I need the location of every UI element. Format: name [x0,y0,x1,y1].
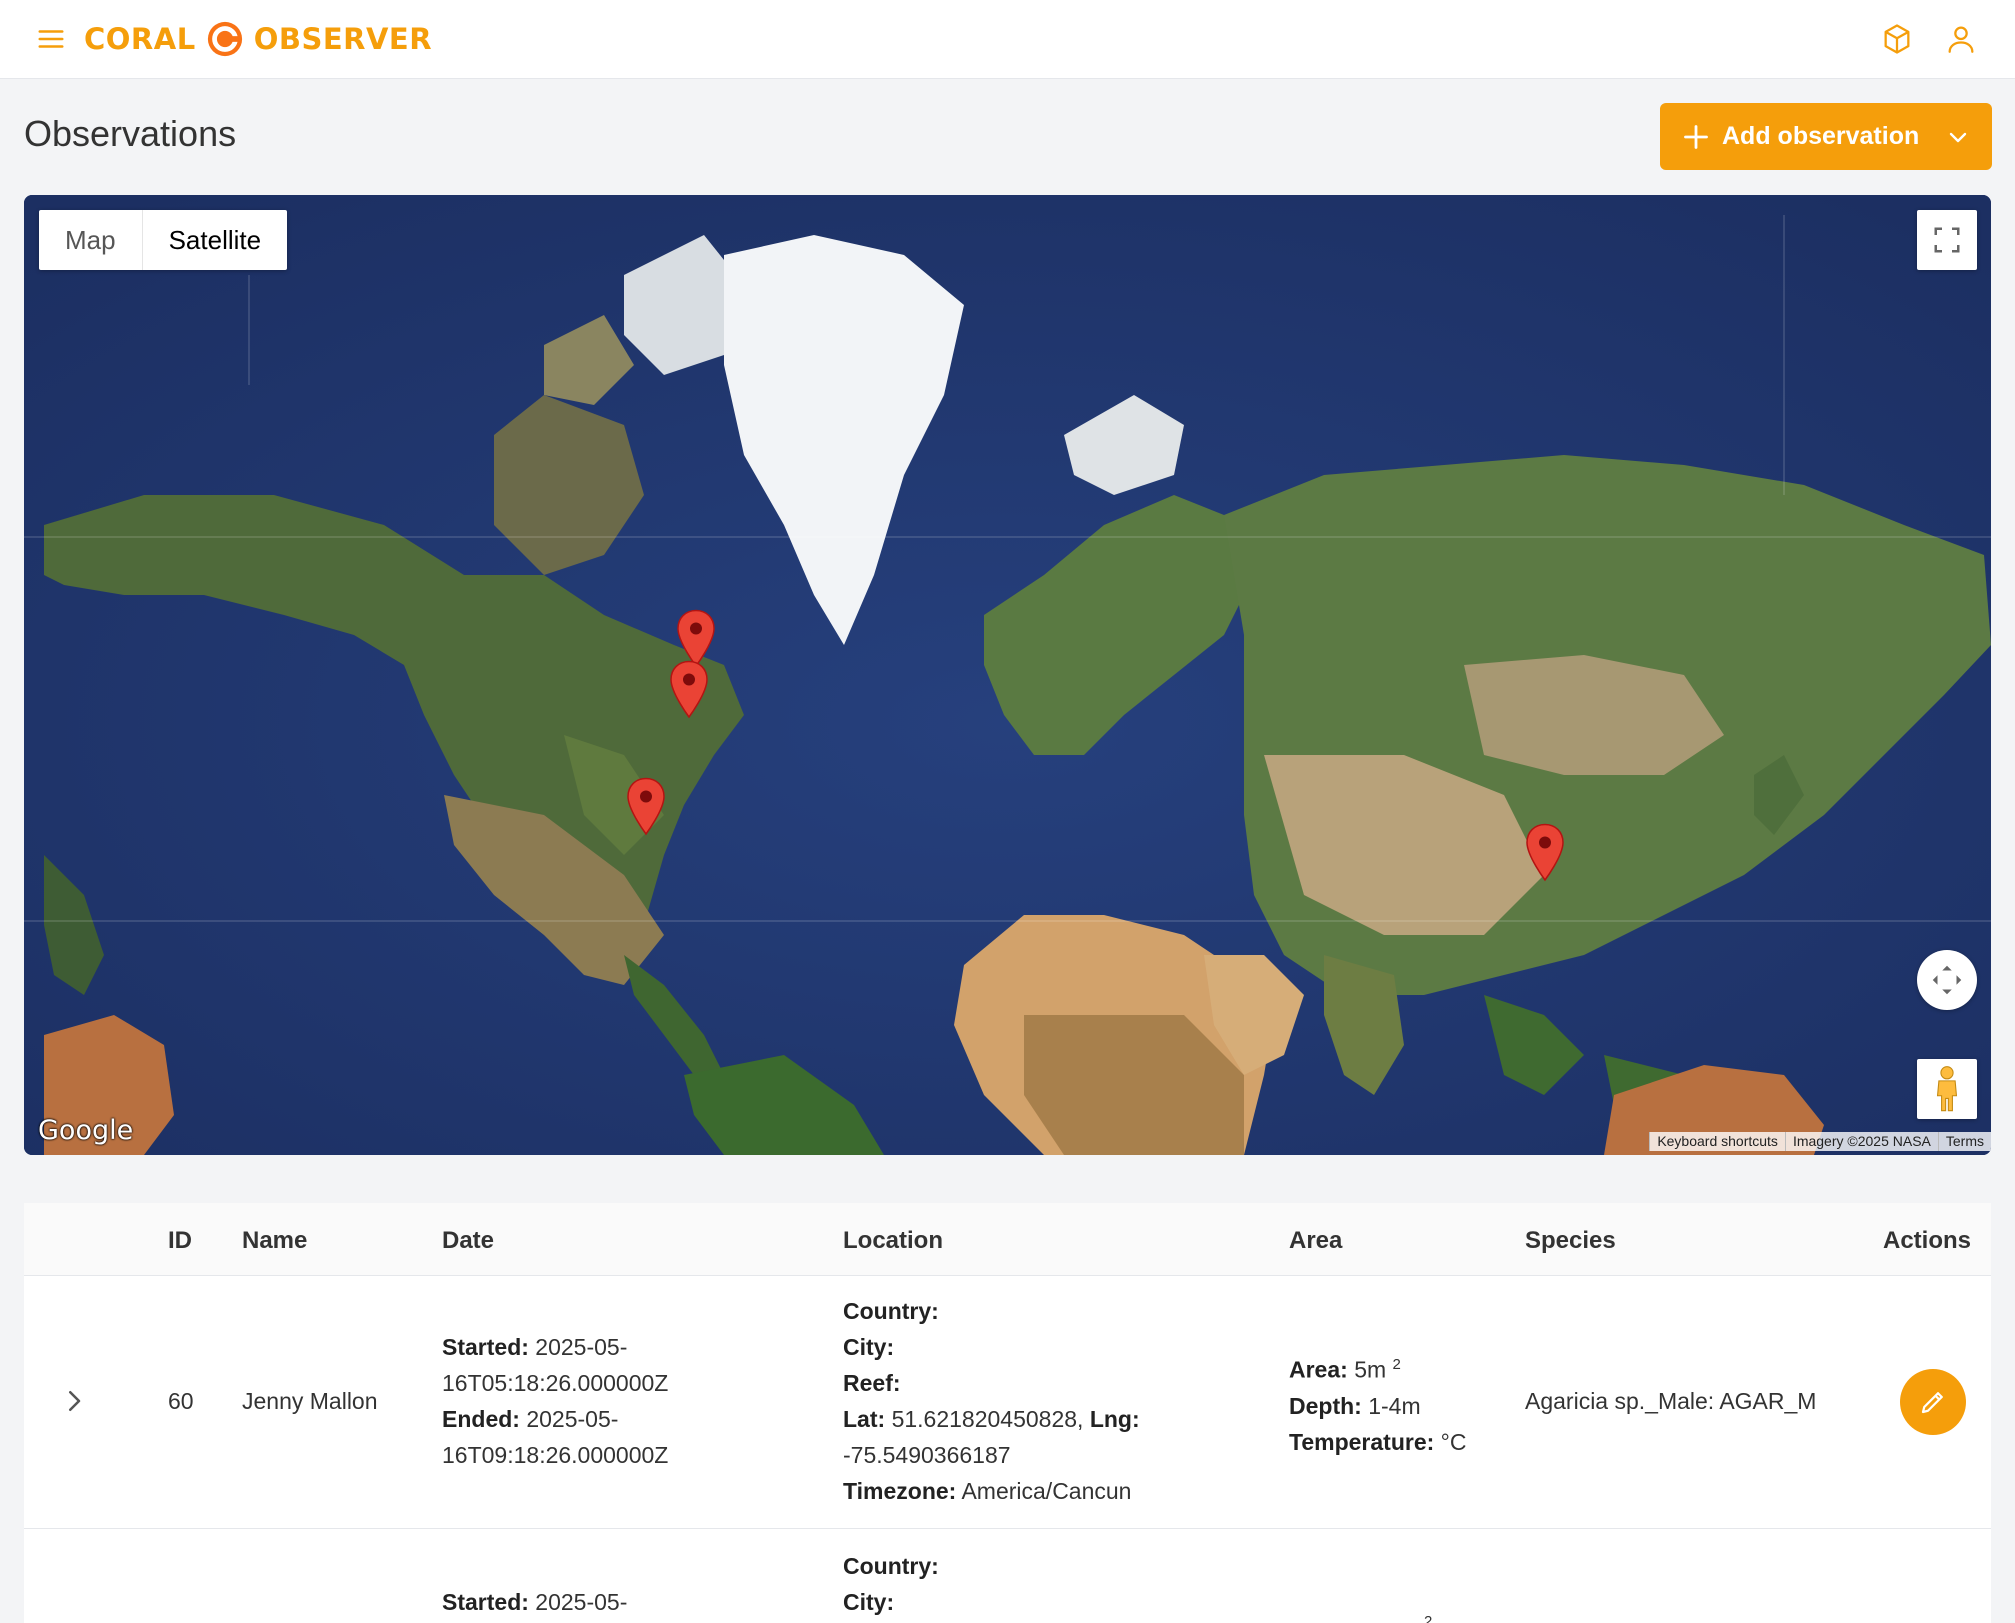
cell-area: Area: 5m 2 Depth: 1-4m Temperature: °C [1289,1347,1466,1460]
keyboard-shortcuts-link[interactable]: Keyboard shortcuts [1649,1132,1785,1151]
column-header-actions: Actions [1883,1227,1972,1254]
user-icon[interactable] [1944,22,1978,56]
page-title: Observations [24,113,237,154]
cell-id: 60 [168,1388,194,1414]
hamburger-icon[interactable] [36,24,66,54]
top-app-bar: CORAL OBSERVER [0,0,2015,79]
column-header-area[interactable]: Area [1289,1227,1342,1255]
column-header-id[interactable]: ID [168,1227,192,1255]
app-logo[interactable]: CORAL OBSERVER [84,18,432,60]
plus-icon [1684,124,1708,149]
pegman-icon [1936,1066,1958,1112]
terms-link[interactable]: Terms [1937,1132,1991,1151]
table-header: ID Name Date Location Area Species Actio… [24,1203,1991,1276]
lat-label: Lat: [843,1406,886,1432]
country-label: Country: [843,1298,939,1324]
lat-value: 51.621820450828, [891,1406,1084,1432]
chevron-down-icon[interactable] [1946,125,1970,149]
cell-date: Started: 2025-05- [442,1584,627,1620]
fullscreen-icon [1934,227,1960,253]
coral-logo-icon [207,21,242,57]
brand-left-text: CORAL [84,22,196,56]
cell-location: Country: City: Reef: Lat: 51.62182045082… [843,1293,1140,1509]
depth-label: Depth: [1289,1392,1362,1419]
marker-great-lakes[interactable] [668,660,710,720]
column-header-name[interactable]: Name [242,1227,307,1255]
table-row[interactable]: Started: 2025-05- Country: City: 2 [24,1529,1991,1623]
imagery-credit: Imagery ©2025 NASA [1784,1132,1938,1151]
started-label: Started: [442,1589,529,1615]
cell-species: Agaricia sp._Male: AGAR_M [1525,1388,1817,1414]
area-value: 5m [1354,1356,1387,1383]
city-label: City: [843,1589,895,1615]
edit-observation-button[interactable] [1900,1369,1966,1435]
marker-gulf-of-mexico[interactable] [625,777,667,837]
area-unit-superscript: 2 [1424,1613,1433,1623]
ended-value-part2: 16T09:18:26.000000Z [442,1442,669,1468]
google-logo[interactable]: Google [38,1115,133,1146]
temperature-value: °C [1440,1428,1467,1455]
started-label: Started: [442,1334,529,1360]
started-value-part2: 16T05:18:26.000000Z [442,1370,669,1396]
column-header-species[interactable]: Species [1525,1227,1616,1255]
cube-icon[interactable] [1880,22,1914,56]
timezone-value: America/Cancun [961,1478,1132,1504]
started-value-part1: 2025-05- [535,1334,628,1360]
temperature-label: Temperature: [1289,1428,1435,1455]
map-attribution: Keyboard shortcuts Imagery ©2025 NASA Te… [1649,1132,1991,1151]
fullscreen-button[interactable] [1917,210,1977,270]
ended-value-part1: 2025-05- [526,1406,619,1432]
brand-right-text: OBSERVER [253,22,433,56]
observations-map[interactable]: Map Satellite Google Keyboard shortcuts … [24,195,1991,1155]
lng-value: -75.5490366187 [843,1442,1011,1468]
pan-arrows-icon [1932,965,1962,995]
timezone-label: Timezone: [843,1478,957,1504]
column-header-location[interactable]: Location [843,1227,943,1255]
ended-label: Ended: [442,1406,520,1432]
observations-table: ID Name Date Location Area Species Actio… [24,1203,1991,1623]
reef-label: Reef: [843,1370,901,1396]
started-value-part1: 2025-05- [535,1589,628,1615]
street-view-button[interactable] [1917,1059,1977,1119]
satellite-world-imagery[interactable] [24,195,1991,1155]
depth-value: 1-4m [1368,1392,1421,1419]
cell-date: Started: 2025-05- 16T05:18:26.000000Z En… [442,1329,668,1473]
cell-location: Country: City: [843,1548,939,1620]
cell-name: Jenny Mallon [242,1388,378,1414]
pencil-icon [1921,1392,1943,1414]
cell-area: 2 [1424,1604,1432,1623]
marker-south-china-sea[interactable] [1524,823,1566,883]
map-type-toggle: Map Satellite [39,210,288,270]
add-observation-label: Add observation [1722,122,1920,150]
map-type-map-button[interactable]: Map [39,210,142,270]
area-unit-superscript: 2 [1392,1356,1401,1373]
camera-control-button[interactable] [1917,950,1977,1010]
add-observation-button[interactable]: Add observation [1660,103,1992,170]
area-label: Area: [1289,1356,1348,1383]
table-row[interactable]: 60 Jenny Mallon Started: 2025-05- 16T05:… [24,1276,1991,1529]
column-header-date[interactable]: Date [442,1227,494,1255]
country-label: Country: [843,1553,939,1579]
map-type-satellite-button[interactable]: Satellite [141,210,288,270]
lng-label: Lng: [1089,1406,1140,1432]
chevron-right-icon[interactable] [59,1386,89,1416]
city-label: City: [843,1334,895,1360]
